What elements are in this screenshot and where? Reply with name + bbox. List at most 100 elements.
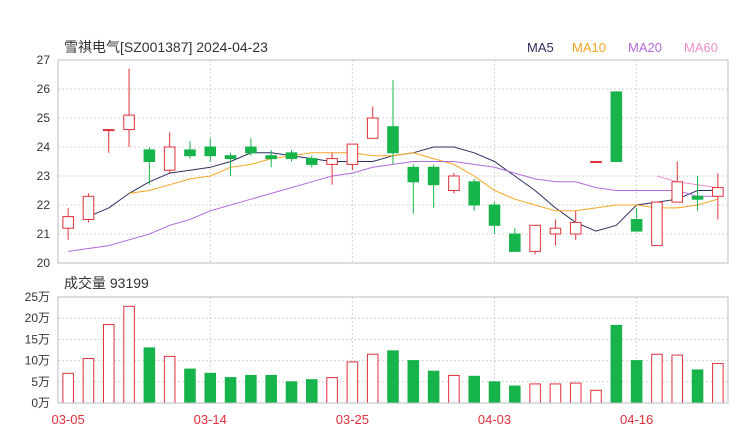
volume-bar	[306, 379, 318, 404]
volume-bar	[265, 374, 277, 404]
legend-ma60: MA60	[684, 40, 718, 55]
candle-body	[691, 195, 704, 200]
candle-body	[610, 91, 623, 162]
candle	[549, 219, 562, 246]
candle-body	[366, 117, 379, 139]
candle	[468, 178, 480, 211]
candle-body	[82, 195, 95, 221]
candle	[346, 143, 359, 171]
candle-body	[671, 181, 684, 203]
candle	[630, 207, 643, 232]
candle-body	[123, 114, 135, 131]
volume-bar	[651, 353, 663, 404]
x-tick-label: 03-05	[52, 412, 85, 427]
candle-body	[651, 201, 663, 247]
volume-title: 成交量 93199	[64, 275, 149, 291]
candle-body	[630, 219, 643, 232]
x-axis: 03-05 03-14 03-25 04-03 04-16	[52, 412, 654, 427]
candle	[509, 228, 521, 252]
candle	[123, 68, 135, 147]
candle	[82, 193, 95, 223]
candle-body	[448, 175, 460, 191]
price-y-tick: 26	[37, 82, 51, 96]
volume-bar	[691, 369, 704, 404]
legend: MA5 MA10 MA20 MA60	[527, 40, 718, 55]
price-y-tick: 27	[37, 53, 51, 67]
legend-ma10: MA10	[572, 40, 606, 55]
x-tick-label: 03-14	[194, 412, 227, 427]
volume-y-tick: 10万	[25, 354, 50, 368]
volume-bar	[468, 375, 480, 404]
series-ma5	[88, 146, 718, 232]
candle-body	[468, 181, 480, 206]
price-y-tick: 23	[37, 169, 51, 183]
volume-bar	[184, 368, 196, 404]
candle-body	[407, 166, 420, 183]
candle	[590, 161, 602, 163]
candle	[143, 147, 156, 185]
candle-body	[245, 146, 257, 154]
candles	[62, 68, 724, 255]
candle-body	[102, 129, 115, 132]
candle	[427, 164, 440, 208]
price-y-tick: 21	[37, 227, 51, 241]
candle	[610, 91, 623, 162]
volume-y-tick: 20万	[25, 311, 50, 325]
candle	[448, 173, 460, 194]
volume-panel: 0万 5万 10万 15万 20万 25万	[25, 290, 729, 410]
candle	[184, 141, 196, 159]
volume-bar	[590, 389, 602, 404]
candle-body	[163, 146, 176, 171]
chart-title: 雪祺电气[SZ001387] 2024-04-23	[64, 39, 268, 55]
volume-y-axis: 0万 5万 10万 15万 20万 25万	[25, 290, 50, 410]
candle-body	[427, 166, 440, 186]
candle-body	[326, 158, 338, 165]
volume-y-tick: 5万	[31, 375, 50, 389]
x-tick-label: 04-03	[478, 412, 511, 427]
volume-bar	[204, 372, 217, 404]
candle-body	[285, 152, 298, 160]
candle	[671, 161, 684, 203]
volume-bar	[488, 381, 501, 404]
candle	[62, 207, 74, 240]
series-ma60	[656, 175, 718, 189]
legend-ma5: MA5	[527, 40, 554, 55]
candle	[651, 201, 663, 247]
volume-bar	[62, 372, 74, 404]
volume-bar	[346, 361, 359, 404]
volume-bar	[143, 347, 156, 404]
volume-bar	[285, 381, 298, 404]
volume-bar	[224, 377, 237, 404]
price-y-tick: 25	[37, 111, 51, 125]
price-y-tick: 20	[37, 256, 51, 270]
volume-y-tick: 15万	[25, 332, 50, 346]
candle	[224, 152, 237, 176]
candle	[204, 138, 217, 162]
volume-y-tick: 0万	[31, 396, 50, 410]
volume-bar	[427, 370, 440, 404]
candle	[366, 106, 379, 139]
candle	[712, 173, 724, 220]
volume-bar	[326, 377, 338, 404]
candle-body	[346, 143, 359, 165]
price-y-tick: 24	[37, 140, 51, 154]
candle	[569, 210, 582, 240]
volume-bar	[529, 383, 541, 404]
candle-body	[712, 187, 724, 197]
volume-bar	[671, 354, 684, 404]
volume-bar	[387, 350, 399, 404]
volume-y-tick: 25万	[25, 290, 50, 304]
candle-body	[265, 155, 277, 160]
candle	[163, 132, 176, 174]
volume-bar	[549, 383, 562, 404]
volume-bar	[123, 305, 135, 404]
candle	[387, 80, 399, 165]
volume-bar	[712, 363, 724, 404]
candle	[407, 164, 420, 214]
candle	[285, 149, 298, 162]
volume-bar	[407, 360, 420, 404]
legend-ma20: MA20	[628, 40, 662, 55]
volume-bar	[163, 355, 176, 404]
volume-bar	[245, 374, 257, 404]
candle	[488, 202, 501, 234]
